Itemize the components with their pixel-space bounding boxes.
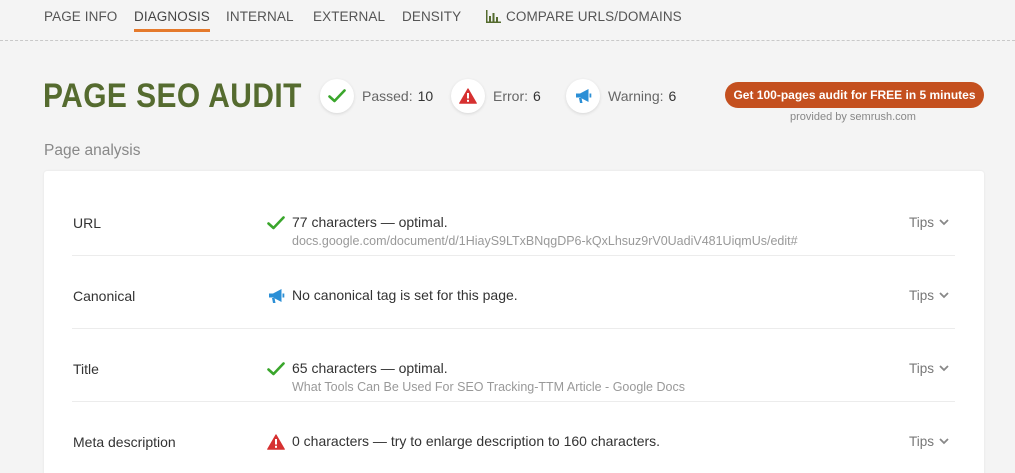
row-subtext: What Tools Can Be Used For SEO Tracking-… (292, 380, 685, 394)
tips-toggle[interactable]: Tips (909, 288, 949, 303)
row-text: 77 characters — optimal. (292, 214, 448, 230)
tab-diagnosis[interactable]: DIAGNOSIS (134, 9, 210, 32)
error-label: Error: (493, 88, 528, 104)
row-subtext: docs.google.com/document/d/1HiayS9LTxBNq… (292, 234, 798, 248)
tips-label: Tips (908, 288, 934, 303)
warning-badge (566, 79, 600, 113)
tips-toggle[interactable]: Tips (909, 361, 949, 376)
warning-label: Warning: (608, 88, 664, 104)
section-label: Page analysis (44, 142, 141, 159)
row-name: Meta description (73, 434, 176, 450)
check-icon (266, 359, 286, 379)
table-row-canonical: Canonical No canonical tag is set for th… (72, 256, 955, 329)
passed-count: 10 (417, 88, 434, 104)
tips-toggle[interactable]: Tips (909, 434, 949, 449)
row-name: Canonical (73, 288, 136, 304)
tips-toggle[interactable]: Tips (909, 215, 949, 230)
tips-label: Tips (908, 215, 934, 230)
row-text: No canonical tag is set for this page. (292, 287, 518, 303)
warning-stat: Warning: 6 (566, 79, 676, 113)
top-nav: PAGE INFO DIAGNOSIS INTERNAL EXTERNAL DE… (0, 0, 1015, 41)
row-name: URL (73, 215, 102, 231)
row-text: 0 characters — try to enlarge descriptio… (292, 433, 661, 449)
passed-stat: Passed: 10 (320, 79, 433, 113)
tab-density[interactable]: DENSITY (402, 9, 461, 24)
provided-by-link[interactable]: provided by semrush.com (790, 111, 916, 123)
table-row-url: URL 77 characters — optimal. docs.google… (72, 183, 955, 256)
tab-compare-urls[interactable]: COMPARE URLS/DOMAINS (486, 9, 682, 24)
chevron-down-icon (939, 365, 949, 372)
warning-triangle-icon (266, 432, 286, 452)
megaphone-icon (576, 89, 592, 103)
passed-label: Passed: (362, 88, 413, 104)
tab-internal[interactable]: INTERNAL (226, 9, 294, 24)
tab-external[interactable]: EXTERNAL (313, 9, 385, 24)
check-icon (266, 213, 286, 233)
error-badge (451, 79, 485, 113)
analysis-panel: URL 77 characters — optimal. docs.google… (44, 171, 984, 473)
free-audit-button[interactable]: Get 100-pages audit for FREE in 5 minute… (725, 82, 984, 108)
passed-badge (320, 79, 354, 113)
tab-page-info[interactable]: PAGE INFO (44, 9, 117, 24)
table-row-meta-description: Meta description 0 characters — try to e… (72, 402, 955, 473)
megaphone-icon (266, 286, 286, 306)
check-icon (328, 89, 346, 103)
bar-chart-icon (486, 10, 501, 23)
table-row-title: Title 65 characters — optimal. What Tool… (72, 329, 955, 402)
chevron-down-icon (939, 438, 949, 445)
error-count: 6 (533, 88, 541, 104)
tab-compare-urls-label: COMPARE URLS/DOMAINS (506, 9, 682, 24)
error-stat: Error: 6 (451, 79, 541, 113)
row-name: Title (73, 361, 99, 377)
row-text: 65 characters — optimal. (292, 360, 448, 376)
tips-label: Tips (908, 361, 934, 376)
warning-triangle-icon (459, 88, 477, 104)
chevron-down-icon (939, 292, 949, 299)
tips-label: Tips (908, 434, 934, 449)
chevron-down-icon (939, 219, 949, 226)
page-title: PAGE SEO AUDIT (43, 77, 302, 115)
warning-count: 6 (668, 88, 677, 104)
